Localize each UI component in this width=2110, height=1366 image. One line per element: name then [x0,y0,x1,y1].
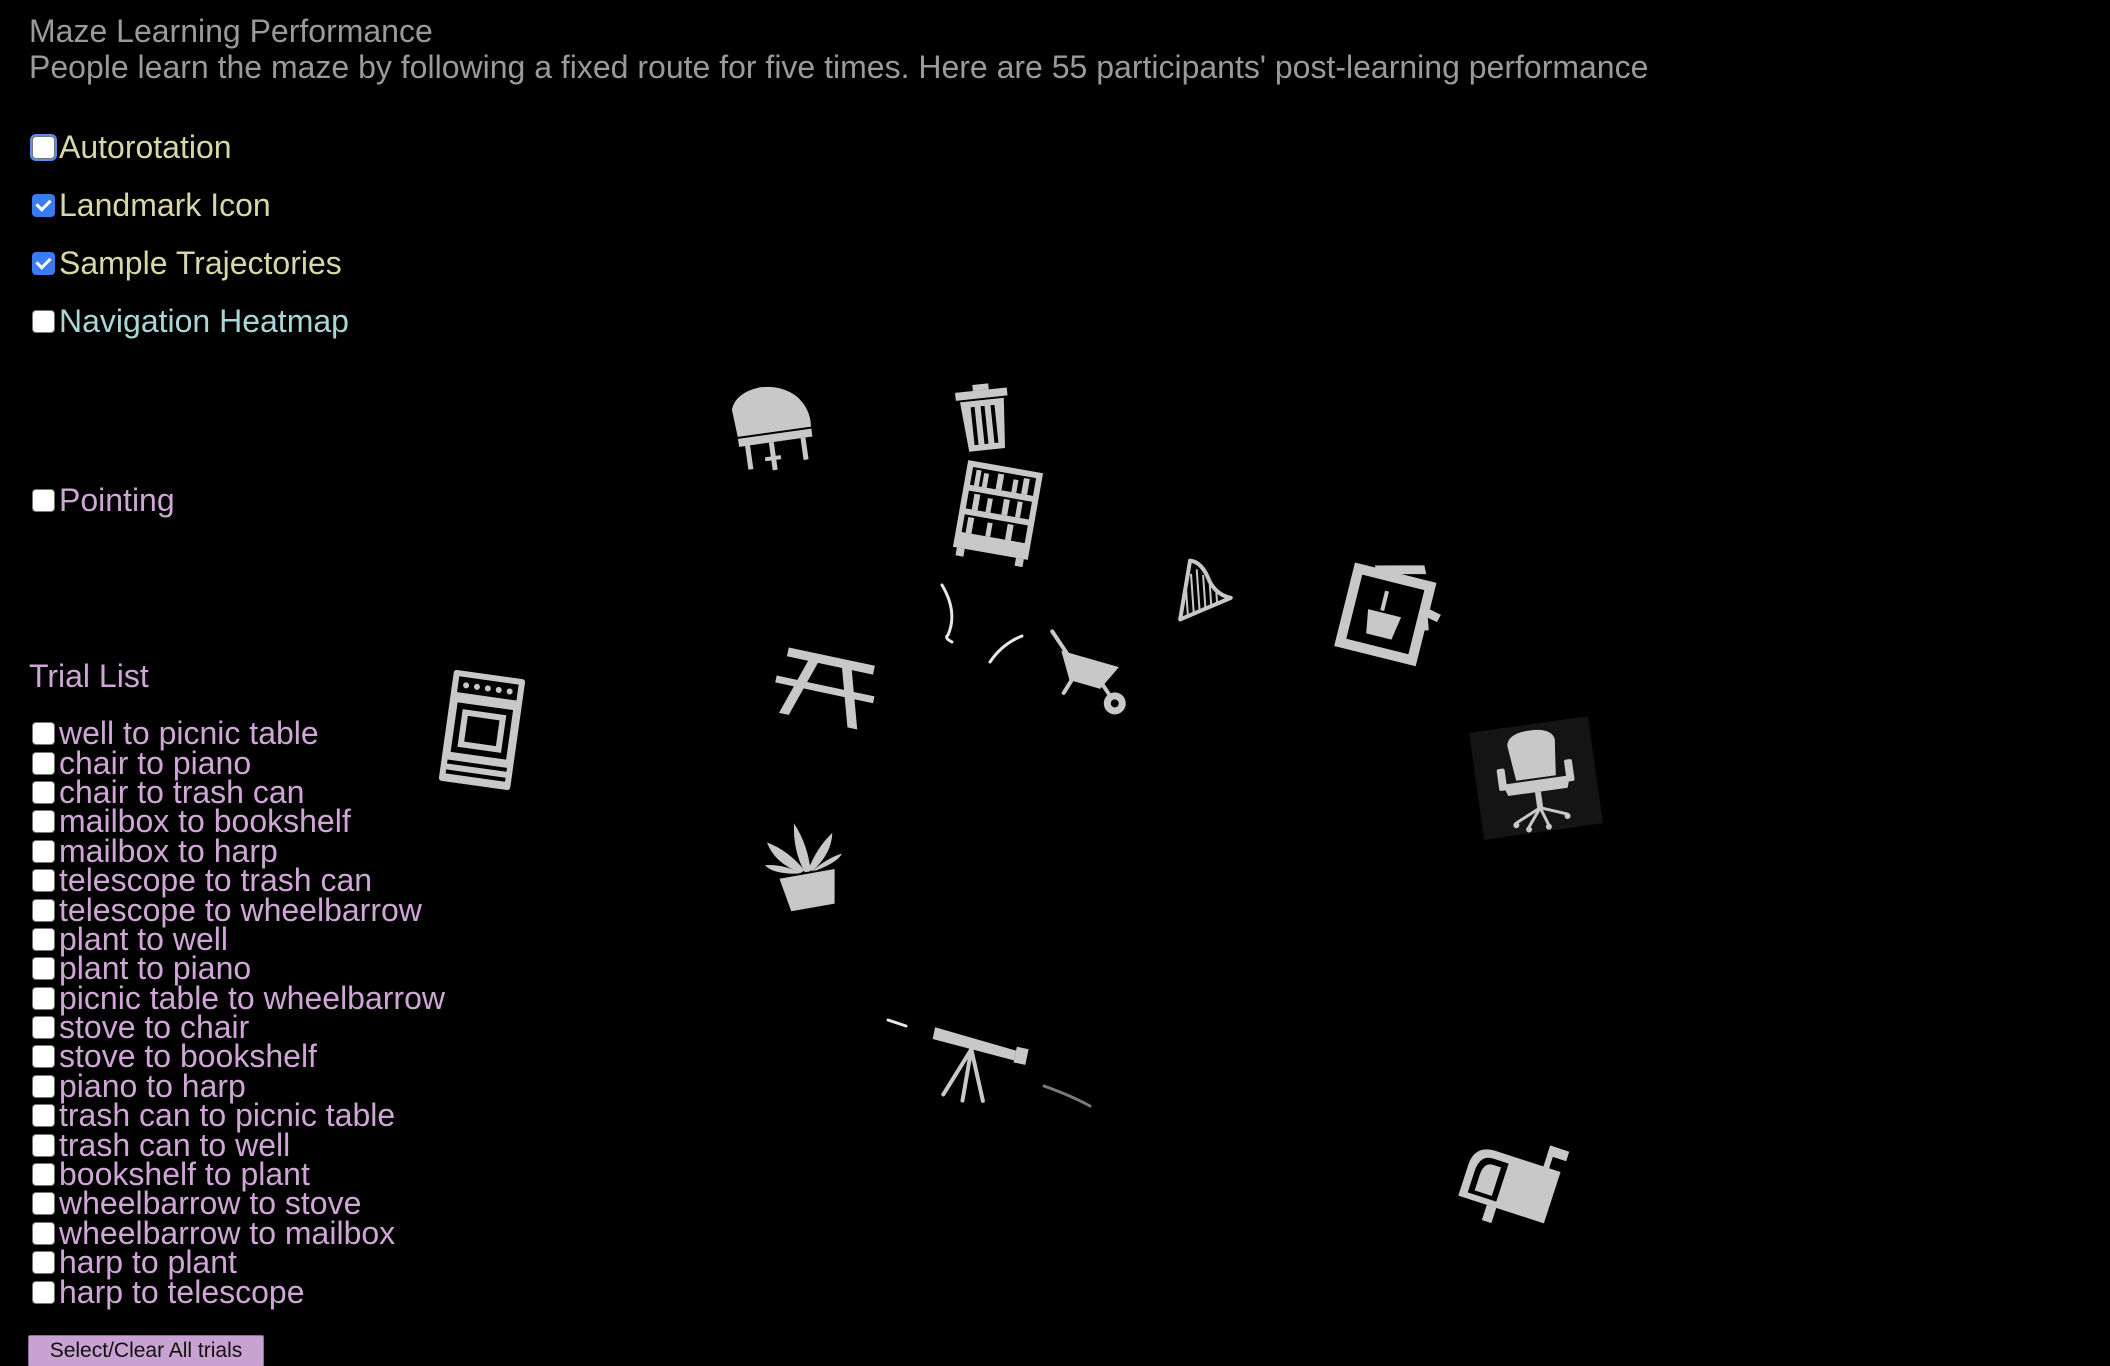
trajectory-segment [886,1018,908,1028]
harp-icon [1178,558,1233,622]
piano-icon [731,386,813,471]
trajectory-segment [988,634,1024,664]
wheelbarrow-icon [1050,629,1126,715]
plant-icon [764,823,843,912]
trajectory-segment [1042,1084,1092,1108]
picnic-table-icon [775,647,875,730]
trajectory-segment [940,583,954,644]
bookshelf-icon [952,460,1044,568]
trash-can-icon [955,383,1008,452]
maze-scene[interactable] [0,0,2110,1366]
chair-icon [1469,716,1603,840]
telescope-icon [932,1027,1029,1103]
maze-visualization-page: Maze Learning Performance People learn t… [0,0,2110,1366]
stove-icon [438,669,526,791]
well-icon [1334,562,1441,667]
mailbox-icon [1458,1145,1570,1224]
